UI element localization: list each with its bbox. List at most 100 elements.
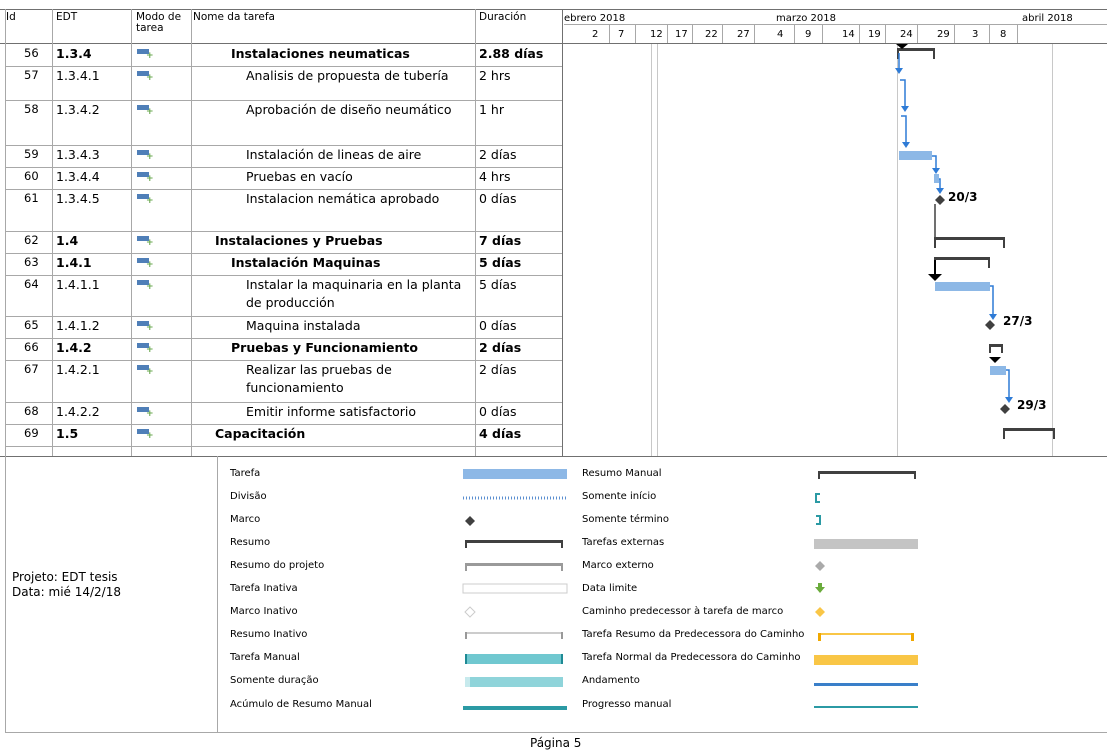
task-edt: 1.3.4.2 bbox=[56, 102, 100, 117]
task-duration: 5 días bbox=[479, 277, 517, 292]
task-mode-icon: + bbox=[137, 236, 154, 248]
task-duration: 0 días bbox=[479, 191, 517, 206]
timescale-day: 24 bbox=[900, 29, 913, 40]
timescale-day: 2 bbox=[592, 29, 599, 40]
legend-external-tasks-symbol bbox=[814, 539, 918, 549]
task-id: 59 bbox=[24, 147, 39, 161]
project-name: Projeto: EDT tesis bbox=[12, 570, 118, 584]
legend-left-label: Divisão bbox=[230, 491, 267, 502]
page-number: Página 5 bbox=[530, 736, 582, 750]
task-edt: 1.4.1 bbox=[56, 255, 92, 270]
legend-milestone-path-symbol bbox=[815, 607, 825, 617]
col-header-edt[interactable]: EDT bbox=[56, 12, 77, 23]
legend-duration-only-symbol bbox=[465, 677, 563, 687]
link-arrow bbox=[932, 168, 940, 174]
task-id: 60 bbox=[24, 169, 39, 183]
summary-bar-66 bbox=[989, 344, 1003, 347]
month-mar: marzo 2018 bbox=[776, 13, 836, 24]
task-edt: 1.5 bbox=[56, 426, 79, 441]
task-id: 62 bbox=[24, 233, 39, 247]
legend-manual-rollup-symbol bbox=[463, 706, 567, 710]
task-name: Instalaciones neumaticas bbox=[231, 46, 410, 61]
col-header-name[interactable]: Nome da tarefa bbox=[193, 12, 275, 23]
timescale-day: 9 bbox=[805, 29, 812, 40]
task-duration: 2 hrs bbox=[479, 68, 511, 83]
task-name: Instalaciones y Pruebas bbox=[215, 233, 383, 248]
task-edt: 1.3.4.3 bbox=[56, 147, 100, 162]
timescale-day: 27 bbox=[737, 29, 750, 40]
task-mode-icon: + bbox=[137, 321, 154, 333]
task-name: Maquina instalada bbox=[246, 318, 361, 333]
legend-left-label: Marco bbox=[230, 514, 261, 525]
task-duration: 4 días bbox=[479, 426, 522, 441]
task-mode-icon: + bbox=[137, 365, 154, 377]
timescale-day: 29 bbox=[937, 29, 950, 40]
legend-progress-symbol bbox=[814, 683, 918, 686]
task-name-line2: funcionamiento bbox=[246, 380, 344, 395]
legend-left-label: Tarefa Manual bbox=[230, 652, 300, 663]
legend-path-task-symbol bbox=[814, 655, 918, 665]
summary-bar-69 bbox=[1003, 428, 1055, 431]
legend-left-label: Marco Inativo bbox=[230, 606, 298, 617]
task-id: 63 bbox=[24, 255, 39, 269]
task-mode-icon: + bbox=[137, 105, 154, 117]
task-id: 58 bbox=[24, 102, 39, 116]
task-id: 57 bbox=[24, 68, 39, 82]
milestone-label-61: 20/3 bbox=[948, 190, 978, 204]
task-id: 68 bbox=[24, 404, 39, 418]
timescale-day: 7 bbox=[618, 29, 625, 40]
task-duration: 2.88 días bbox=[479, 46, 544, 61]
task-id: 56 bbox=[24, 46, 39, 60]
task-mode-icon: + bbox=[137, 280, 154, 292]
timescale-day: 22 bbox=[705, 29, 718, 40]
milestone-61 bbox=[935, 195, 945, 205]
gantt-bars bbox=[895, 44, 1055, 439]
milestone-65 bbox=[985, 320, 995, 330]
task-mode-icon: + bbox=[137, 407, 154, 419]
task-duration: 4 hrs bbox=[479, 169, 511, 184]
task-name: Analisis de propuesta de tubería bbox=[246, 68, 449, 83]
task-edt: 1.3.4.5 bbox=[56, 191, 100, 206]
month-feb: ebrero 2018 bbox=[564, 13, 626, 24]
task-duration: 5 días bbox=[479, 255, 522, 270]
task-bar-64 bbox=[935, 282, 990, 291]
task-duration: 2 días bbox=[479, 340, 522, 355]
task-edt: 1.4.1.1 bbox=[56, 277, 100, 292]
legend-finish-only-symbol bbox=[816, 515, 821, 525]
task-mode-icon: + bbox=[137, 258, 154, 270]
task-bar-67 bbox=[990, 366, 1006, 375]
project-date: Data: mié 14/2/18 bbox=[12, 585, 121, 599]
legend-milestone-symbol bbox=[465, 516, 475, 526]
legend-deadline-symbol bbox=[815, 583, 825, 593]
task-name: Instalar la maquinaria en la planta bbox=[246, 277, 462, 292]
summary-bar-63 bbox=[934, 257, 990, 260]
gantt-chart bbox=[895, 44, 1055, 439]
task-duration: 0 días bbox=[479, 318, 517, 333]
timescale-day: 4 bbox=[777, 29, 784, 40]
col-header-duration[interactable]: Duración bbox=[479, 12, 526, 23]
task-edt: 1.4.2.2 bbox=[56, 404, 100, 419]
task-edt: 1.4.1.2 bbox=[56, 318, 100, 333]
task-name: Realizar las pruebas de bbox=[246, 362, 392, 377]
link-arrow bbox=[895, 68, 903, 74]
task-name: Instalacion nemática aprobado bbox=[246, 191, 440, 206]
task-name-line2: de producción bbox=[246, 295, 335, 310]
task-mode-icon: + bbox=[137, 429, 154, 441]
legend-inactive-milestone-symbol bbox=[464, 606, 476, 618]
legend-manual-summary-symbol bbox=[818, 471, 916, 474]
col-header-mode[interactable]: Modo de tarea bbox=[136, 12, 181, 34]
task-edt: 1.4.2 bbox=[56, 340, 92, 355]
link-arrow bbox=[936, 188, 944, 194]
task-name: Capacitación bbox=[215, 426, 306, 441]
task-id: 65 bbox=[24, 318, 39, 332]
legend-task-symbol bbox=[463, 469, 567, 479]
timescale-day: 17 bbox=[675, 29, 688, 40]
link-arrow bbox=[902, 142, 910, 148]
task-duration: 1 hr bbox=[479, 102, 504, 117]
legend-start-only-symbol bbox=[815, 493, 820, 503]
col-header-id[interactable]: Id bbox=[6, 12, 16, 23]
task-edt: 1.3.4 bbox=[56, 46, 92, 61]
milestone-label-68: 29/3 bbox=[1017, 398, 1047, 412]
task-duration: 2 días bbox=[479, 147, 517, 162]
legend-external-milestone-symbol bbox=[815, 561, 825, 571]
